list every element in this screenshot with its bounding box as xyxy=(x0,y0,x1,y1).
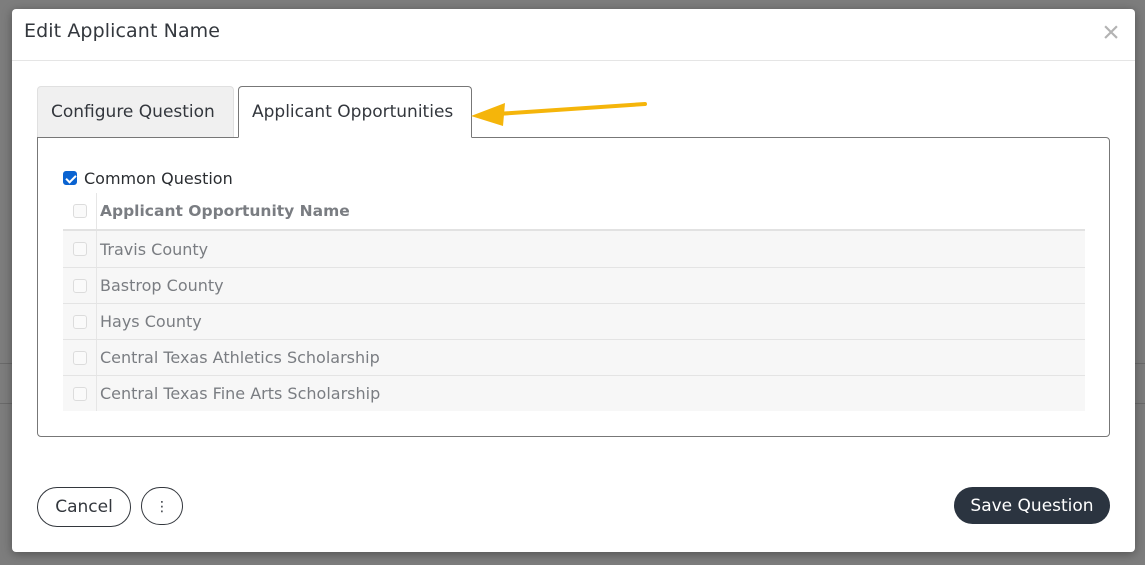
row-check-cell xyxy=(63,304,97,339)
row-checkbox[interactable] xyxy=(72,350,87,365)
modal-title: Edit Applicant Name xyxy=(24,20,221,42)
background-divider xyxy=(0,403,12,404)
common-question-label: Common Question xyxy=(84,168,233,188)
table-body: Travis County Bastrop County Hays County… xyxy=(63,231,1085,411)
row-checkbox[interactable] xyxy=(72,386,87,401)
column-header-name[interactable]: Applicant Opportunity Name xyxy=(100,193,350,229)
opportunity-name: Bastrop County xyxy=(100,276,224,295)
row-check-cell xyxy=(63,340,97,375)
background-divider xyxy=(0,363,12,364)
tab-configure-question[interactable]: Configure Question xyxy=(37,86,234,137)
modal-header: Edit Applicant Name × xyxy=(12,9,1135,61)
table-row: Central Texas Fine Arts Scholarship xyxy=(63,375,1085,411)
opportunity-name: Central Texas Athletics Scholarship xyxy=(100,348,380,367)
more-options-button[interactable]: ⋮ xyxy=(141,487,183,525)
common-question-checkbox[interactable] xyxy=(63,171,77,185)
common-question-row: Common Question xyxy=(63,168,233,188)
opportunity-name: Hays County xyxy=(100,312,202,331)
table-row: Hays County xyxy=(63,303,1085,339)
edit-question-modal: Edit Applicant Name × Configure Question… xyxy=(12,9,1135,552)
table-header: Applicant Opportunity Name xyxy=(63,193,1085,231)
row-checkbox[interactable] xyxy=(72,314,87,329)
select-all-checkbox[interactable] xyxy=(72,204,87,218)
row-checkbox[interactable] xyxy=(72,278,87,293)
opportunity-name: Travis County xyxy=(100,239,209,259)
background-divider xyxy=(1135,403,1145,404)
row-check-cell xyxy=(63,268,97,303)
tab-applicant-opportunities[interactable]: Applicant Opportunities xyxy=(238,86,472,138)
close-icon[interactable]: × xyxy=(1099,18,1123,48)
row-check-cell xyxy=(63,376,97,411)
table-row: Central Texas Athletics Scholarship xyxy=(63,339,1085,375)
background-divider xyxy=(1135,363,1145,364)
save-question-button[interactable]: Save Question xyxy=(954,487,1110,524)
table-row: Travis County xyxy=(63,231,1085,267)
opportunities-table: Applicant Opportunity Name Travis County… xyxy=(63,193,1085,411)
cancel-button[interactable]: Cancel xyxy=(37,487,131,527)
row-checkbox[interactable] xyxy=(72,242,87,256)
applicant-opportunities-panel: Common Question Applicant Opportunity Na… xyxy=(37,137,1110,437)
select-all-cell xyxy=(63,193,97,229)
opportunity-name: Central Texas Fine Arts Scholarship xyxy=(100,384,381,403)
arrow-left-icon xyxy=(471,102,647,126)
row-check-cell xyxy=(63,231,97,267)
table-row: Bastrop County xyxy=(63,267,1085,303)
